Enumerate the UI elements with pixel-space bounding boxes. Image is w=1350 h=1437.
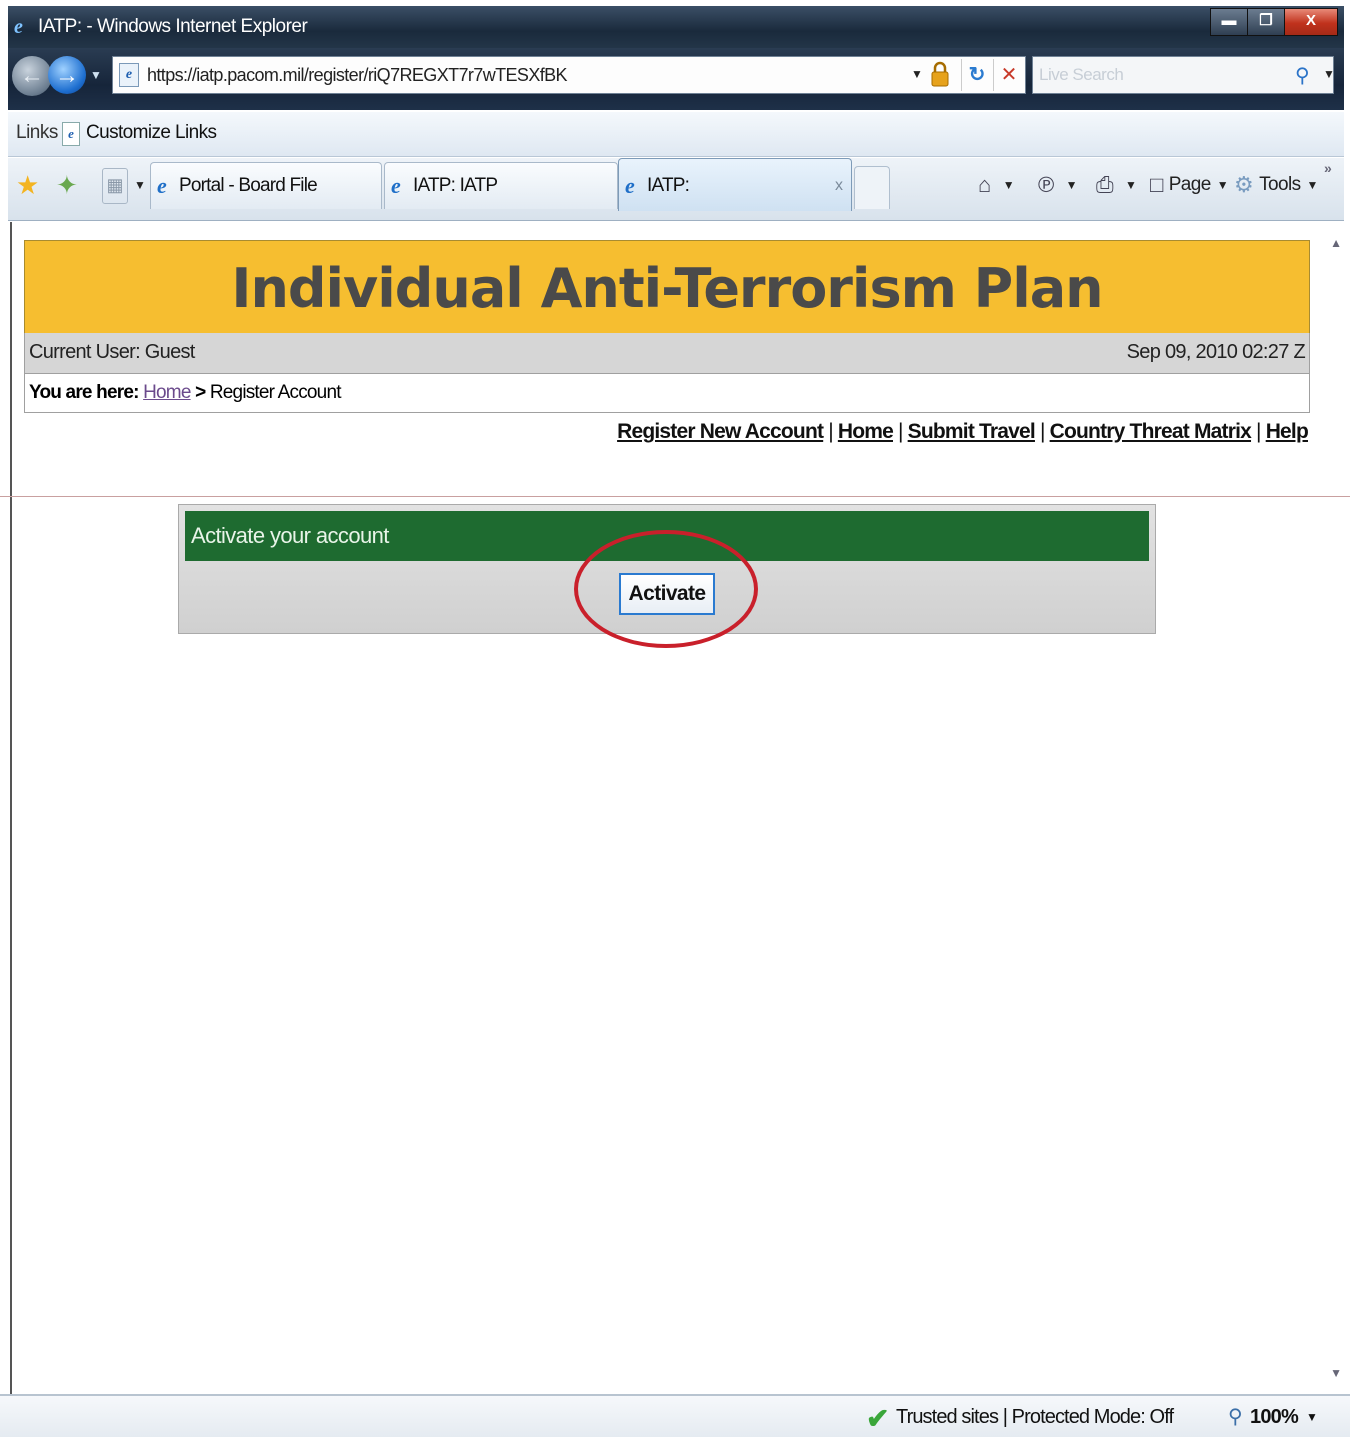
user-info-bar: Current User: Guest Sep 09, 2010 02:27 Z [24, 333, 1310, 374]
tab-label: IATP: [647, 175, 690, 196]
refresh-icon[interactable]: ↻ [961, 59, 992, 91]
tools-menu-label: Tools [1259, 174, 1301, 195]
tab-list-dropdown-icon[interactable]: ▼ [134, 178, 146, 192]
register-new-account-link[interactable]: Register New Account [617, 420, 824, 443]
home-icon: ⌂ [978, 172, 991, 197]
address-dropdown-icon[interactable]: ▼ [911, 67, 923, 81]
search-dropdown-icon[interactable]: ▼ [1323, 67, 1335, 81]
restore-button[interactable]: ❐ [1247, 8, 1285, 36]
security-zone[interactable]: Trusted sites | Protected Mode: Off [896, 1406, 1174, 1429]
quick-tabs-icon[interactable]: ▦ [102, 168, 128, 204]
gear-icon: ⚙ [1234, 172, 1254, 197]
tab-iatp-active[interactable]: e IATP: x [618, 158, 852, 211]
zoom-dropdown-icon[interactable]: ▼ [1306, 1410, 1318, 1424]
tab-iatp[interactable]: e IATP: IATP [384, 162, 618, 209]
activate-button[interactable]: Activate [619, 573, 715, 615]
address-bar[interactable]: e https://iatp.pacom.mil/register/riQ7RE… [112, 56, 1026, 94]
current-user: Current User: Guest [29, 341, 195, 363]
history-dropdown-icon[interactable]: ▼ [90, 68, 102, 82]
lock-icon[interactable] [929, 61, 951, 87]
tab-label: IATP: IATP [413, 175, 498, 196]
links-label[interactable]: Links [16, 122, 58, 144]
chevron-more-icon[interactable]: » [1324, 160, 1332, 176]
url-text[interactable]: https://iatp.pacom.mil/register/riQ7REGX… [147, 65, 568, 86]
link-separator: | [1039, 420, 1045, 443]
search-icon[interactable]: ⚲ [1295, 63, 1310, 88]
site-banner: Individual Anti-Terrorism Plan [24, 240, 1310, 334]
favorites-star-icon[interactable]: ★ [16, 170, 39, 201]
ie-tab-icon: e [625, 173, 635, 198]
page-icon: □ [1150, 172, 1163, 197]
ie-page-icon: e [62, 122, 80, 146]
print-button[interactable]: ⎙ ▼ [1096, 168, 1137, 202]
zoom-level[interactable]: 100% [1250, 1406, 1299, 1429]
tab-row: ★ ✦ ▦ ▼ e Portal - Board File e IATP: IA… [8, 158, 1344, 221]
status-bar: ✔ Trusted sites | Protected Mode: Off ⚲ … [0, 1394, 1350, 1437]
breadcrumb-prefix: You are here: [29, 382, 139, 403]
top-nav-links: Register New Account | Home | Submit Travel |… [617, 420, 1309, 444]
datetime: Sep 09, 2010 02:27 Z [1126, 341, 1306, 363]
page-content: ▲ Individual Anti-Terrorism Plan Current… [0, 222, 1350, 1394]
page-menu[interactable]: □ Page ▼ [1150, 168, 1229, 202]
home-button[interactable]: ⌂ ▼ [978, 168, 1015, 202]
activate-account-panel: Activate your account Activate [178, 504, 1156, 634]
tools-menu[interactable]: ⚙ Tools ▼ [1234, 168, 1318, 202]
panel-title: Activate your account [191, 523, 389, 548]
title-bar: e IATP: - Windows Internet Explorer ▬ ❐ … [8, 6, 1344, 48]
help-link[interactable]: Help [1266, 420, 1309, 443]
link-separator: | [828, 420, 833, 443]
search-input[interactable]: Live Search [1039, 65, 1124, 85]
home-link[interactable]: Home [838, 420, 894, 443]
search-box[interactable]: Live Search ⚲ ▼ [1032, 56, 1335, 94]
stop-icon[interactable]: ✕ [993, 59, 1024, 91]
ie-tab-icon: e [157, 173, 167, 198]
link-separator: | [1256, 420, 1261, 443]
rss-icon: ℗ [1038, 172, 1054, 197]
tab-close-icon[interactable]: x [835, 177, 843, 195]
close-button[interactable]: X [1284, 8, 1338, 36]
navigation-bar: ← → ▼ e https://iatp.pacom.mil/register/… [8, 48, 1344, 110]
window-title: IATP: - Windows Internet Explorer [38, 16, 308, 37]
tab-portal[interactable]: e Portal - Board File [150, 162, 382, 209]
feeds-button[interactable]: ℗ ▼ [1038, 168, 1078, 202]
customize-links-link[interactable]: Customize Links [86, 122, 217, 144]
page-menu-label: Page [1168, 174, 1212, 195]
tab-label: Portal - Board File [179, 175, 318, 196]
breadcrumb-home-link[interactable]: Home [143, 382, 191, 403]
minimize-button[interactable]: ▬ [1210, 8, 1248, 36]
window-controls: ▬ ❐ X [1210, 8, 1338, 36]
new-tab-button[interactable] [854, 166, 890, 209]
links-bar: Links e Customize Links [8, 112, 1344, 157]
zoom-icon[interactable]: ⚲ [1228, 1404, 1243, 1429]
back-button[interactable]: ← [12, 56, 52, 96]
submit-travel-link[interactable]: Submit Travel [908, 420, 1036, 443]
content-divider [0, 496, 1350, 497]
breadcrumb-bar: You are here: Home > Register Account [24, 373, 1310, 413]
checkmark-icon: ✔ [866, 1403, 890, 1434]
panel-header: Activate your account [185, 511, 1149, 561]
printer-icon: ⎙ [1096, 172, 1114, 197]
breadcrumb-current: Register Account [209, 382, 342, 403]
country-threat-matrix-link[interactable]: Country Threat Matrix [1050, 420, 1252, 443]
ie-logo-icon: e [14, 16, 23, 38]
ie-tab-icon: e [391, 173, 401, 198]
forward-button[interactable]: → [48, 56, 86, 94]
scroll-up-arrow-icon[interactable]: ▲ [1330, 236, 1342, 250]
page-icon: e [119, 63, 139, 87]
breadcrumb: You are here: Home > Register Account [29, 382, 342, 404]
link-separator: | [898, 420, 903, 443]
breadcrumb-separator: > [195, 382, 206, 403]
scroll-down-arrow-icon[interactable]: ▼ [1330, 1366, 1342, 1380]
page-title: Individual Anti-Terrorism Plan [231, 257, 1103, 320]
add-favorites-icon[interactable]: ✦ [56, 170, 78, 201]
